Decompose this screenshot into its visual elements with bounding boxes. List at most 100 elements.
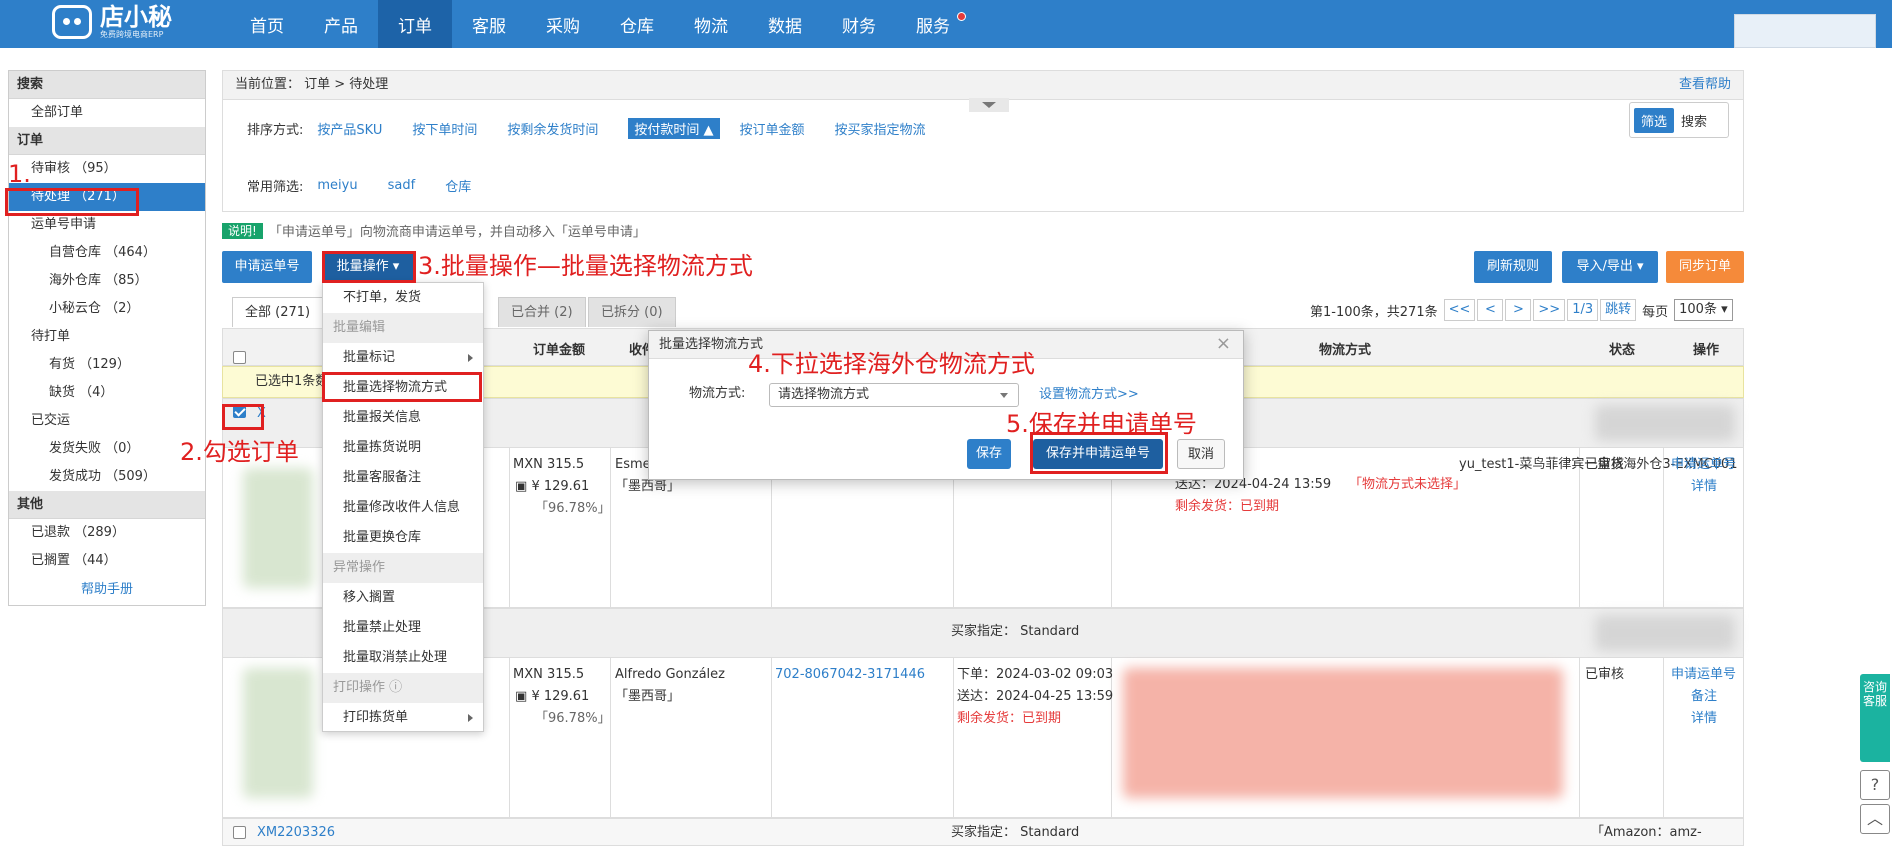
nav-logistics[interactable]: 物流 <box>674 0 748 48</box>
pager-jump[interactable]: 跳转 <box>1600 299 1637 321</box>
sidebar-item-to-print[interactable]: 待打单 <box>9 323 205 351</box>
annotation-box-3 <box>322 251 416 283</box>
modal-save-button[interactable]: 保存 <box>967 439 1011 469</box>
breadcrumb: 当前位置： 订单 > 待处理 查看帮助 <box>222 70 1744 100</box>
sidebar-item-refunded[interactable]: 已退款 （289） <box>9 519 205 547</box>
pager-page: 1/3 <box>1567 299 1599 321</box>
tab-merged[interactable]: 已合并 (2) <box>498 297 586 327</box>
sort-by-remaining-time[interactable]: 按剩余发货时间 <box>507 119 598 138</box>
refresh-rules-button[interactable]: 刷新规则 <box>1474 251 1552 283</box>
sidebar-item-in-stock[interactable]: 有货 （129） <box>9 351 205 379</box>
sort-by-amount[interactable]: 按订单金额 <box>740 119 805 138</box>
row1-recipient: Esme <box>615 457 651 472</box>
sidebar-head-other: 其他 <box>9 491 205 519</box>
logistics-field-label: 物流方式: <box>689 386 746 401</box>
pager-last[interactable]: >> <box>1533 299 1566 321</box>
toggle-filter[interactable]: 筛选 <box>1634 107 1675 133</box>
row3-store: 「Amazon：amz-sunshin <box>1591 825 1702 840</box>
set-logistics-link[interactable]: 设置物流方式>> <box>1039 384 1139 406</box>
order-checkbox-3[interactable] <box>233 826 246 839</box>
annotation-step-4: 4.下拉选择海外仓物流方式 <box>748 350 1035 378</box>
tab-all[interactable]: 全部 (271) <box>232 297 324 327</box>
sidebar-item-ship-fail[interactable]: 发货失败 （0） <box>9 435 205 463</box>
import-export-button[interactable]: 导入/导出 ▾ <box>1562 251 1658 283</box>
menu-batch-forbid[interactable]: 批量禁止处理 <box>323 613 483 643</box>
nav-purchase[interactable]: 采购 <box>526 0 600 48</box>
row1-detail-link[interactable]: 详情 <box>1691 476 1717 498</box>
menu-move-to-shelved[interactable]: 移入搁置 <box>323 583 483 613</box>
blurred-store <box>1595 405 1735 441</box>
sidebar-item-all-orders[interactable]: 全部订单 <box>9 99 205 127</box>
sort-by-order-time[interactable]: 按下单时间 <box>412 119 477 138</box>
sidebar-item-shipped[interactable]: 已交运 <box>9 407 205 435</box>
sidebar-item-pending-review[interactable]: 待审核 （95） <box>9 155 205 183</box>
pager-prev[interactable]: < <box>1477 299 1504 321</box>
filter-warehouse[interactable]: 仓库 <box>445 176 471 195</box>
nav-products[interactable]: 产品 <box>304 0 378 48</box>
menu-batch-customs[interactable]: 批量报关信息 <box>323 403 483 433</box>
filter-meiyu[interactable]: meiyu <box>317 178 357 193</box>
help-manual-link[interactable]: 帮助手册 <box>9 575 205 605</box>
tab-split[interactable]: 已拆分 (0) <box>588 297 676 327</box>
apply-waybill-button[interactable]: 申请运单号 <box>222 251 312 283</box>
nav-data[interactable]: 数据 <box>748 0 822 48</box>
view-help-link[interactable]: 查看帮助 <box>1679 71 1731 99</box>
collapse-arrow-icon[interactable] <box>969 98 1009 112</box>
row1-apply-waybill-link[interactable]: 申请运单号 <box>1671 454 1736 476</box>
sync-orders-button[interactable]: 同步订单 <box>1666 251 1744 283</box>
nav-warehouse[interactable]: 仓库 <box>600 0 674 48</box>
pager-first[interactable]: << <box>1443 299 1476 321</box>
nav-orders[interactable]: 订单 <box>378 0 452 48</box>
sidebar-head-orders: 订单 <box>9 127 205 155</box>
select-all-checkbox[interactable] <box>233 351 246 364</box>
sort-by-sku[interactable]: 按产品SKU <box>317 119 382 138</box>
help-icon[interactable]: ? <box>1860 770 1890 800</box>
toggle-search[interactable]: 搜索 <box>1674 108 1714 133</box>
sidebar-item-shelved[interactable]: 已搁置 （44） <box>9 547 205 575</box>
sidebar-item-overseas-warehouse[interactable]: 海外仓库 （85） <box>9 267 205 295</box>
menu-batch-edit-recipient[interactable]: 批量修改收件人信息 <box>323 493 483 523</box>
row2-detail-link[interactable]: 详情 <box>1691 708 1717 730</box>
sidebar-item-out-stock[interactable]: 缺货 （4） <box>9 379 205 407</box>
nav-services[interactable]: 服务 <box>896 0 970 48</box>
row2-apply-waybill-link[interactable]: 申请运单号 <box>1671 664 1736 686</box>
nav-home[interactable]: 首页 <box>230 0 304 48</box>
row2-phone[interactable]: 702-8067042-3171446 <box>775 664 925 686</box>
sidebar-item-xm-cloud[interactable]: 小秘云仓 （2） <box>9 295 205 323</box>
user-account-box[interactable] <box>1734 14 1876 48</box>
pager-next[interactable]: > <box>1505 299 1532 321</box>
nav-service[interactable]: 客服 <box>452 0 526 48</box>
filter-search-toggle[interactable]: 筛选 搜索 <box>1629 102 1729 138</box>
nav-services-label: 服务 <box>916 17 950 37</box>
col-operations: 操作 <box>1693 343 1720 358</box>
sort-by-buyer-logistics[interactable]: 按买家指定物流 <box>835 119 926 138</box>
filter-sadf[interactable]: sadf <box>388 178 416 193</box>
menu-batch-mark[interactable]: 批量标记 <box>323 343 483 373</box>
modal-cancel-button[interactable]: 取消 <box>1177 439 1225 469</box>
per-page-select[interactable]: 100条 ▾ <box>1674 299 1733 321</box>
customer-service-button[interactable]: 咨询客服 <box>1860 674 1890 762</box>
sidebar-item-ship-ok[interactable]: 发货成功 （509） <box>9 463 205 491</box>
col-status: 状态 <box>1609 343 1636 358</box>
menu-no-print-ship[interactable]: 不打单，发货 <box>323 283 483 313</box>
logo-title: 店小秘 <box>100 3 172 31</box>
filter-panel: 排序方式: 按产品SKU 按下单时间 按剩余发货时间 按付款时间 ▲ 按订单金额… <box>222 98 1744 212</box>
close-icon[interactable]: × <box>1216 331 1231 357</box>
menu-batch-cs-remark[interactable]: 批量客服备注 <box>323 463 483 493</box>
sidebar: 搜索 全部订单 订单 待审核 （95） 待处理 （271） 运单号申请 自营仓库… <box>8 70 206 606</box>
logistics-select[interactable]: 请选择物流方式 <box>769 383 1019 407</box>
menu-batch-picking-note[interactable]: 批量拣货说明 <box>323 433 483 463</box>
sort-by-payment-time[interactable]: 按付款时间 ▲ <box>628 118 720 139</box>
order-number-3[interactable]: XM2203326 <box>257 822 335 844</box>
row2-remark-link[interactable]: 备注 <box>1691 686 1717 708</box>
menu-batch-change-warehouse[interactable]: 批量更换仓库 <box>323 523 483 553</box>
sidebar-item-self-warehouse[interactable]: 自营仓库 （464） <box>9 239 205 267</box>
robot-logo-icon <box>52 5 92 39</box>
logo[interactable]: 店小秘 免费跨境电商ERP <box>52 4 172 40</box>
menu-print-picking[interactable]: 打印拣货单 <box>323 703 483 733</box>
annotation-step-1: 1. <box>8 160 31 188</box>
menu-batch-unforbid[interactable]: 批量取消禁止处理 <box>323 643 483 673</box>
back-to-top-icon[interactable]: ︿ <box>1860 804 1890 834</box>
nav-finance[interactable]: 财务 <box>822 0 896 48</box>
row1-cost: ¥ 129.61 <box>531 479 590 494</box>
